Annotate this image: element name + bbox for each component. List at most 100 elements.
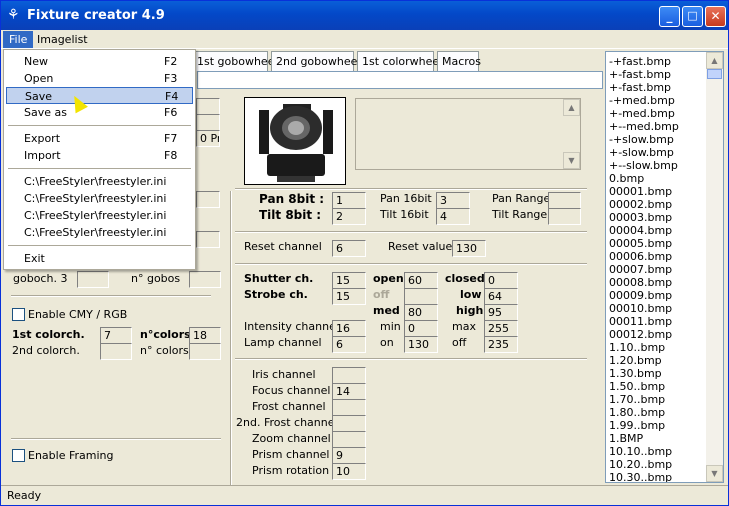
n-gobos-field[interactable]	[189, 271, 221, 288]
list-item[interactable]: +--slow.bmp	[609, 159, 678, 172]
goboch3-field[interactable]	[77, 271, 109, 288]
list-item[interactable]: 1.50..bmp	[609, 380, 665, 393]
min-field[interactable]: 0	[404, 320, 438, 337]
frost-field[interactable]	[332, 399, 366, 416]
menu-item-save[interactable]: Save F4	[6, 87, 193, 104]
colorch2-field[interactable]	[100, 343, 132, 360]
tab-2nd-gobowheel[interactable]: 2nd gobowheel	[271, 51, 360, 71]
list-item[interactable]: -+slow.bmp	[609, 133, 674, 146]
fixture-name-field[interactable]	[197, 71, 603, 89]
fixture-image[interactable]	[244, 97, 346, 185]
field-hidden-4[interactable]	[196, 231, 220, 248]
notes-scrollbar[interactable]: ▲ ▼	[563, 99, 580, 169]
list-item[interactable]: +-med.bmp	[609, 107, 675, 120]
list-item[interactable]: 00009.bmp	[609, 289, 672, 302]
menu-item-export[interactable]: Export F7	[6, 130, 193, 147]
high-field[interactable]: 95	[484, 304, 518, 321]
low-field[interactable]: 64	[484, 288, 518, 305]
list-item[interactable]: 00002.bmp	[609, 198, 672, 211]
minimize-button[interactable]: _	[659, 6, 680, 27]
reset-channel-field[interactable]: 6	[332, 240, 366, 257]
tab-macros[interactable]: Macros	[437, 51, 481, 71]
list-item[interactable]: 00007.bmp	[609, 263, 672, 276]
med-field[interactable]: 80	[404, 304, 438, 321]
max-field[interactable]: 255	[484, 320, 518, 337]
list-item[interactable]: +-slow.bmp	[609, 146, 674, 159]
menu-file[interactable]: File	[3, 31, 34, 48]
scroll-up-icon[interactable]: ▲	[706, 52, 723, 69]
focus-field[interactable]: 14	[332, 383, 366, 400]
list-item[interactable]: 1.30.bmp	[609, 367, 662, 380]
scroll-down-icon[interactable]: ▼	[706, 465, 723, 482]
list-item[interactable]: 10.20..bmp	[609, 458, 672, 471]
tilt-range-field[interactable]	[548, 208, 581, 225]
open-field[interactable]: 60	[404, 272, 438, 289]
list-item[interactable]: 00012.bmp	[609, 328, 672, 341]
list-item[interactable]: -+med.bmp	[609, 94, 675, 107]
list-item[interactable]: 1.10..bmp	[609, 341, 665, 354]
ncolors2-field[interactable]	[189, 343, 221, 360]
off-field[interactable]	[404, 288, 438, 305]
prism-rotation-field[interactable]: 10	[332, 463, 366, 480]
field-hidden-2[interactable]	[196, 114, 220, 131]
tilt16-field[interactable]: 4	[436, 208, 470, 225]
menu-item-import[interactable]: Import F8	[6, 147, 193, 164]
list-item[interactable]: 00006.bmp	[609, 250, 672, 263]
tab-1st-colorwheel[interactable]: 1st colorwheel	[357, 51, 442, 71]
list-item[interactable]: 00001.bmp	[609, 185, 672, 198]
image-list-scrollbar[interactable]: ▲ ▼	[706, 52, 723, 482]
pan-range-field[interactable]	[548, 192, 581, 209]
title-bar[interactable]: ⚘ Fixture creator 4.9 _ □ ✕	[1, 1, 728, 30]
intensity-field[interactable]: 16	[332, 320, 366, 337]
zoom-field[interactable]	[332, 431, 366, 448]
menu-item-recent-1[interactable]: C:\FreeStyler\freestyler.ini	[6, 173, 193, 190]
list-item[interactable]: 10.10..bmp	[609, 445, 672, 458]
field-hidden-3[interactable]	[196, 191, 220, 208]
list-item[interactable]: -+fast.bmp	[609, 55, 671, 68]
lamp-field[interactable]: 6	[332, 336, 366, 353]
notes-box[interactable]: ▲ ▼	[355, 98, 581, 170]
iris-field[interactable]	[332, 367, 366, 384]
enable-framing-checkbox[interactable]	[12, 449, 25, 462]
menu-item-exit[interactable]: Exit	[6, 250, 193, 267]
list-item[interactable]: 1.80..bmp	[609, 406, 665, 419]
menu-item-recent-2[interactable]: C:\FreeStyler\freestyler.ini	[6, 190, 193, 207]
ncolors1-field[interactable]: 18	[189, 327, 221, 344]
reset-value-field[interactable]: 130	[452, 240, 486, 257]
menu-item-new[interactable]: New F2	[6, 53, 193, 70]
field-pro[interactable]: 0 Pro	[196, 130, 220, 147]
off-lamp-field[interactable]: 235	[484, 336, 518, 353]
tab-1st-gobowheel[interactable]: 1st gobowheel	[192, 51, 278, 71]
closed-field[interactable]: 0	[484, 272, 518, 289]
list-item[interactable]: 0.bmp	[609, 172, 644, 185]
list-item[interactable]: 10.30..bmp	[609, 471, 672, 482]
enable-cmy-checkbox[interactable]	[12, 308, 25, 321]
on-field[interactable]: 130	[404, 336, 438, 353]
menu-item-save-as[interactable]: Save as F6	[6, 104, 193, 121]
list-item[interactable]: 00008.bmp	[609, 276, 672, 289]
scroll-down-icon[interactable]: ▼	[563, 152, 580, 169]
shutter-field[interactable]: 15	[332, 272, 366, 289]
list-item[interactable]: +-fast.bmp	[609, 81, 671, 94]
frost2-field[interactable]	[332, 415, 366, 432]
menu-item-recent-4[interactable]: C:\FreeStyler\freestyler.ini	[6, 224, 193, 241]
menu-item-recent-3[interactable]: C:\FreeStyler\freestyler.ini	[6, 207, 193, 224]
list-item[interactable]: 00005.bmp	[609, 237, 672, 250]
list-item[interactable]: 1.70..bmp	[609, 393, 665, 406]
list-item[interactable]: +--med.bmp	[609, 120, 679, 133]
list-item[interactable]: 1.20.bmp	[609, 354, 662, 367]
strobe-field[interactable]: 15	[332, 288, 366, 305]
pan8-field[interactable]: 1	[332, 192, 366, 209]
prism-field[interactable]: 9	[332, 447, 366, 464]
colorch1-field[interactable]: 7	[100, 327, 132, 344]
list-item[interactable]: 00003.bmp	[609, 211, 672, 224]
list-item[interactable]: 00004.bmp	[609, 224, 672, 237]
field-hidden-1[interactable]	[196, 98, 220, 115]
list-item[interactable]: 00011.bmp	[609, 315, 672, 328]
menu-item-open[interactable]: Open F3	[6, 70, 193, 87]
scroll-thumb[interactable]	[707, 69, 722, 79]
list-item[interactable]: +-fast.bmp	[609, 68, 671, 81]
tilt8-field[interactable]: 2	[332, 208, 366, 225]
list-item[interactable]: 1.99..bmp	[609, 419, 665, 432]
close-button[interactable]: ✕	[705, 6, 726, 27]
